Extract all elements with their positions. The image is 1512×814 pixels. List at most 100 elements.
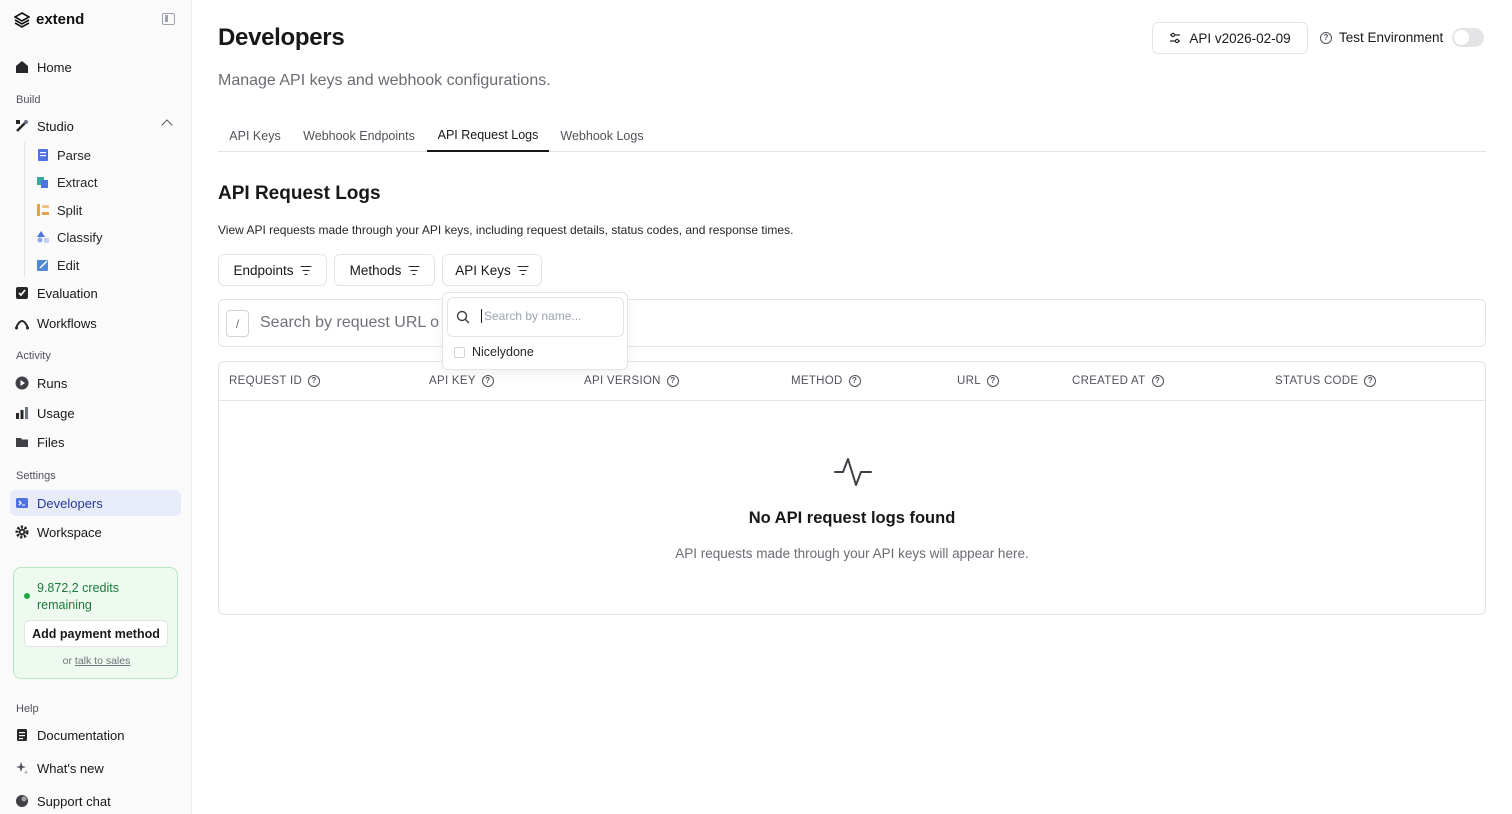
column-header-label: REQUEST ID [229,375,303,387]
sidebar-item-label: Classify [57,229,103,245]
sidebar-item-label: Edit [57,257,80,273]
tab-bar: API Keys Webhook Endpoints API Request L… [218,120,1486,152]
section-title: API Request Logs [218,183,381,204]
tab-api-keys[interactable]: API Keys [218,120,292,152]
column-header-method: METHOD? [791,375,861,387]
folder-icon [15,435,29,449]
endpoints-filter-button[interactable]: Endpoints [218,254,327,286]
column-header-request-id: REQUEST ID? [229,375,321,387]
split-icon [37,204,49,216]
column-header-url: URL? [957,375,999,387]
developers-icon [15,496,29,510]
edit-icon [37,259,49,271]
help-circle-icon[interactable]: ? [1320,31,1332,44]
home-icon [15,60,29,74]
studio-icon [15,119,29,133]
sidebar-item-files[interactable]: Files [10,429,181,455]
request-search-bar[interactable]: / Search by request URL o [218,299,1486,347]
extend-logo-icon [14,11,30,28]
help-circle-icon[interactable]: ? [848,375,861,387]
sidebar-item-extract[interactable]: Extract [32,169,172,195]
brand-name: extend [36,11,85,28]
help-circle-icon[interactable]: ? [1364,375,1377,387]
section-label-build: Build [16,94,41,106]
section-description: View API requests made through your API … [218,223,794,237]
test-environment-toggle[interactable] [1452,28,1485,47]
sidebar-item-developers[interactable]: Developers [10,490,181,516]
sidebar-item-label: Studio [37,118,74,134]
sidebar-item-studio[interactable]: Studio [10,113,181,139]
sidebar-item-edit[interactable]: Edit [32,252,172,278]
gear-icon [15,525,29,539]
dropdown-option-nicelydone[interactable]: Nicelydone [454,345,534,359]
sidebar-item-workspace[interactable]: Workspace [10,519,181,545]
column-header-label: CREATED AT [1072,375,1146,387]
methods-filter-label: Methods [349,262,402,278]
workflows-icon [15,316,29,330]
help-circle-icon[interactable]: ? [308,375,321,387]
tree-line [24,142,25,276]
brand-logo[interactable]: extend [14,11,84,28]
column-header-label: API VERSION [584,375,661,387]
tab-webhook-logs[interactable]: Webhook Logs [550,120,654,152]
help-circle-icon[interactable]: ? [1151,375,1164,387]
column-header-api-version: API VERSION? [584,375,679,387]
activity-pulse-icon [834,458,872,486]
column-header-label: URL [957,375,981,387]
sidebar-item-whats-new[interactable]: What's new [10,755,181,781]
search-icon [456,310,470,324]
table-header: REQUEST ID? API KEY? API VERSION? METHOD… [219,362,1485,401]
collapse-sidebar-icon[interactable] [162,13,175,25]
sidebar-item-documentation[interactable]: Documentation [10,722,181,748]
classify-icon [37,231,49,243]
column-header-label: METHOD [791,375,843,387]
filter-icon [408,265,420,275]
sparkle-icon [15,761,29,775]
talk-to-sales-link[interactable]: talk to sales [75,655,130,667]
request-logs-table: REQUEST ID? API KEY? API VERSION? METHOD… [218,361,1486,615]
methods-filter-button[interactable]: Methods [334,254,435,286]
sidebar-item-classify[interactable]: Classify [32,224,172,250]
chat-icon [15,794,29,808]
keyboard-shortcut-hint: / [226,310,249,337]
sidebar-item-workflows[interactable]: Workflows [10,310,181,336]
sidebar-item-support-chat[interactable]: Support chat [10,788,181,814]
section-label-help: Help [16,703,39,715]
evaluation-icon [15,286,29,300]
api-version-button[interactable]: API v2026-02-09 [1152,22,1308,54]
api-key-search-input[interactable] [481,309,619,323]
sidebar-item-usage[interactable]: Usage [10,400,181,426]
empty-state-subtitle: API requests made through your API keys … [675,546,1029,561]
status-dot [24,593,30,599]
credits-remaining: 9.872,2 credits remaining [37,581,119,612]
sidebar-item-label: Documentation [37,727,125,743]
api-keys-filter-button[interactable]: API Keys [442,254,542,286]
request-search-input[interactable]: Search by request URL o [260,314,445,332]
sidebar-item-label: Split [57,202,83,218]
sidebar-item-split[interactable]: Split [32,197,172,223]
extract-icon [37,176,49,188]
sidebar-item-label: Runs [37,375,68,391]
sidebar-item-runs[interactable]: Runs [10,370,181,396]
help-circle-icon[interactable]: ? [986,375,999,387]
help-circle-icon[interactable]: ? [666,375,679,387]
empty-state-title: No API request logs found [748,509,956,527]
sidebar-item-evaluation[interactable]: Evaluation [10,280,181,306]
sidebar-item-label: Home [37,59,72,75]
api-keys-filter-label: API Keys [455,262,511,278]
sidebar-item-parse[interactable]: Parse [32,142,172,168]
add-payment-method-button[interactable]: Add payment method [24,620,168,647]
play-icon [15,376,29,390]
sidebar-item-home[interactable]: Home [10,54,181,80]
option-label: Nicelydone [472,345,534,359]
help-circle-icon[interactable]: ? [481,375,494,387]
parse-icon [37,149,49,161]
option-checkbox[interactable] [454,346,465,358]
environment-control: ? Test Environment [1320,28,1485,47]
tab-api-request-logs[interactable]: API Request Logs [427,120,549,152]
sidebar-item-label: Workflows [37,315,97,331]
bar-chart-icon [15,406,29,420]
sidebar-item-label: Evaluation [37,285,98,301]
tab-webhook-endpoints[interactable]: Webhook Endpoints [292,120,426,152]
sidebar-item-label: Workspace [37,524,102,540]
